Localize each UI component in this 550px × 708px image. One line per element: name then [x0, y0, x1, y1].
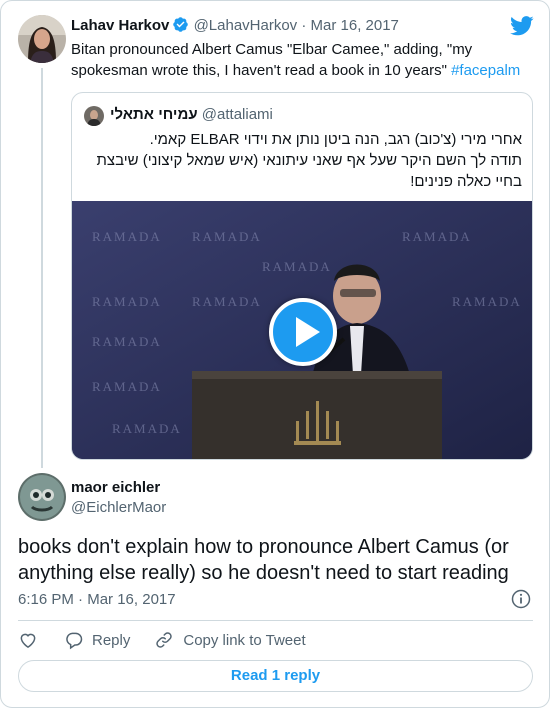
reply-author-avatar[interactable] — [18, 473, 66, 521]
twitter-bird-icon[interactable] — [510, 16, 534, 41]
tweet-card: Lahav Harkov @LahavHarkov · Mar 16, 2017… — [0, 0, 550, 708]
svg-text:RAMADA: RAMADA — [192, 229, 262, 244]
reply-icon — [64, 630, 84, 650]
tweet-date[interactable]: Mar 16, 2017 — [311, 17, 399, 34]
reply-label: Reply — [92, 631, 131, 649]
reply-author-name[interactable]: maor eichler — [71, 478, 160, 498]
svg-text:RAMADA: RAMADA — [262, 259, 332, 274]
author-name[interactable]: Lahav Harkov — [71, 17, 169, 34]
quoted-text-line1: אחרי מירי (צ'כוב) רגב, הנה ביטן נותן את … — [149, 131, 522, 148]
parent-header: Lahav Harkov @LahavHarkov · Mar 16, 2017 — [71, 16, 399, 39]
quoted-text: אחרי מירי (צ'כוב) רגב, הנה ביטן נותן את … — [84, 129, 522, 192]
reply-button[interactable]: Reply — [64, 630, 130, 650]
separator-dot: · — [301, 17, 307, 34]
author-handle[interactable]: @LahavHarkov — [194, 17, 298, 34]
svg-text:RAMADA: RAMADA — [112, 421, 182, 436]
separator-dot: · — [78, 591, 84, 608]
reply-author-handle[interactable]: @EichlerMaor — [71, 498, 166, 518]
reply-timestamp[interactable]: 6:16 PM · Mar 16, 2017 — [18, 590, 176, 610]
like-button[interactable] — [18, 630, 48, 650]
quoted-author-handle[interactable]: @attaliami — [202, 106, 273, 123]
verified-badge-icon — [172, 16, 189, 39]
info-icon[interactable] — [511, 589, 531, 614]
svg-text:RAMADA: RAMADA — [192, 294, 262, 309]
svg-text:RAMADA: RAMADA — [92, 229, 162, 244]
quoted-author-avatar[interactable] — [84, 106, 104, 126]
tweet-text: Bitan pronounced Albert Camus "Elbar Cam… — [71, 39, 531, 81]
quoted-author-name[interactable]: עמיחי אתאלי — [110, 106, 198, 123]
copy-link-label: Copy link to Tweet — [183, 631, 306, 649]
tweet-body: Bitan pronounced Albert Camus "Elbar Cam… — [71, 41, 473, 79]
read-replies-button[interactable]: Read 1 reply — [18, 660, 533, 692]
reply-text: books don't explain how to pronounce Alb… — [18, 536, 509, 584]
link-icon — [154, 630, 174, 650]
copy-link-button[interactable]: Copy link to Tweet — [154, 630, 306, 650]
svg-text:RAMADA: RAMADA — [92, 294, 162, 309]
svg-text:RAMADA: RAMADA — [402, 229, 472, 244]
author-avatar[interactable] — [18, 15, 66, 63]
action-bar: Reply Copy link to Tweet — [18, 629, 306, 651]
heart-icon — [18, 630, 38, 650]
quoted-tweet[interactable]: עמיחי אתאלי @attaliami אחרי מירי (צ'כוב)… — [71, 92, 533, 460]
reply-date[interactable]: Mar 16, 2017 — [87, 591, 175, 608]
video-player[interactable]: RAMADA RAMADA RAMADA RAMADA RAMADA RAMAD… — [72, 201, 532, 459]
divider — [18, 620, 533, 621]
hashtag-link[interactable]: #facepalm — [451, 62, 520, 79]
svg-text:RAMADA: RAMADA — [452, 294, 522, 309]
svg-text:RAMADA: RAMADA — [92, 379, 162, 394]
svg-text:RAMADA: RAMADA — [92, 334, 162, 349]
thread-line — [41, 68, 43, 468]
quoted-text-line2: תודה לך השם היקר שעל אף שאני עיתונאי (אי… — [96, 152, 522, 190]
reply-time[interactable]: 6:16 PM — [18, 591, 74, 608]
quoted-header: עמיחי אתאלי @attaliami — [110, 105, 273, 125]
play-icon[interactable] — [269, 298, 337, 366]
